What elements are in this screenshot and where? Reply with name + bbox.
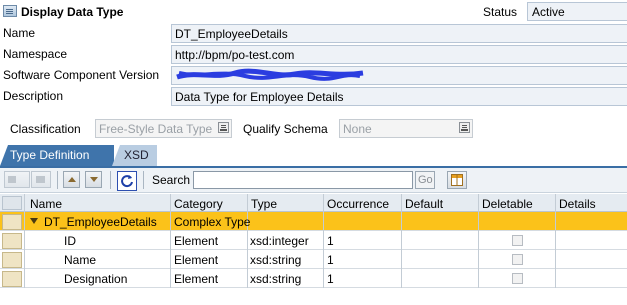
column-header-name[interactable]: Name — [30, 197, 62, 211]
qualify-schema-value: None — [343, 122, 372, 136]
column-divider — [247, 194, 248, 288]
redaction-scribble — [176, 68, 364, 81]
row-category: Complex Type — [174, 215, 251, 229]
delete-row-icon — [36, 176, 45, 183]
software-component-version-label: Software Component Version — [3, 68, 160, 82]
row-occurrence: 1 — [327, 272, 334, 286]
classification-dropdown[interactable]: Free-Style Data Type — [95, 119, 232, 138]
status-label: Status — [483, 5, 518, 19]
row-occurrence: 1 — [327, 234, 334, 248]
search-input[interactable] — [193, 171, 413, 189]
classification-label: Classification — [10, 122, 81, 136]
toolbar-separator — [57, 171, 58, 189]
row-selector[interactable] — [2, 252, 22, 268]
column-divider — [323, 194, 324, 288]
column-header-occurrence[interactable]: Occurrence — [327, 197, 389, 211]
row-type: xsd:integer — [250, 234, 309, 248]
row-type: xsd:string — [250, 253, 302, 267]
row-selector[interactable] — [2, 271, 22, 287]
search-label: Search — [152, 173, 191, 187]
row-category: Element — [174, 253, 219, 267]
column-divider — [24, 194, 25, 288]
column-header-category[interactable]: Category — [174, 197, 223, 211]
qualify-schema-label: Qualify Schema — [243, 122, 328, 136]
namespace-field: http://bpm/po-test.com — [171, 45, 627, 64]
dropdown-icon — [218, 122, 229, 133]
table-settings-button[interactable] — [447, 171, 467, 189]
column-divider — [478, 194, 479, 288]
arrow-down-icon — [90, 177, 98, 182]
column-header-type[interactable]: Type — [251, 197, 277, 211]
namespace-label: Namespace — [3, 47, 68, 61]
column-divider — [170, 194, 171, 288]
toolbar-separator — [110, 171, 111, 189]
table-row[interactable] — [0, 231, 627, 250]
column-header-deletable[interactable]: Deletable — [482, 197, 533, 211]
column-header-default[interactable]: Default — [405, 197, 443, 211]
row-type: xsd:string — [250, 272, 302, 286]
row-name: Designation — [64, 272, 128, 286]
refresh-icon — [121, 175, 133, 188]
data-type-icon — [3, 5, 17, 17]
deletable-checkbox[interactable] — [512, 235, 523, 246]
row-selector[interactable] — [2, 214, 22, 230]
description-label: Description — [3, 89, 64, 103]
deletable-checkbox[interactable] — [512, 273, 523, 284]
row-name: ID — [64, 234, 76, 248]
row-occurrence: 1 — [327, 253, 334, 267]
name-field: DT_EmployeeDetails — [171, 24, 627, 43]
column-divider — [555, 194, 556, 288]
row-category: Element — [174, 234, 219, 248]
table-settings-icon — [451, 174, 463, 186]
move-up-button[interactable] — [63, 171, 80, 188]
column-divider — [401, 194, 402, 288]
description-field: Data Type for Employee Details — [171, 87, 627, 106]
qualify-schema-dropdown[interactable]: None — [339, 119, 473, 138]
select-all-cell[interactable] — [2, 196, 22, 210]
name-label: Name — [3, 26, 36, 40]
refresh-button[interactable] — [117, 171, 137, 191]
deletable-checkbox[interactable] — [512, 254, 523, 265]
move-down-button[interactable] — [85, 171, 102, 188]
column-header-details[interactable]: Details — [559, 197, 596, 211]
arrow-up-icon — [68, 177, 76, 182]
row-name: Name — [64, 253, 97, 267]
tab-type-definition[interactable]: Type Definition — [0, 145, 114, 166]
tab-xsd[interactable]: XSD — [112, 145, 157, 166]
collapse-triangle-icon[interactable] — [30, 218, 38, 224]
page-title: Display Data Type — [21, 5, 124, 19]
classification-value: Free-Style Data Type — [99, 122, 213, 136]
row-category: Element — [174, 272, 219, 286]
insert-row-button[interactable] — [4, 171, 30, 188]
toolbar-separator — [143, 171, 144, 189]
delete-row-button[interactable] — [31, 171, 51, 188]
row-name: DT_EmployeeDetails — [44, 215, 157, 229]
row-selector[interactable] — [2, 233, 22, 249]
status-field: Active — [527, 2, 627, 21]
dropdown-icon — [459, 122, 470, 133]
insert-row-icon — [8, 176, 16, 183]
go-button[interactable]: Go — [415, 171, 435, 189]
